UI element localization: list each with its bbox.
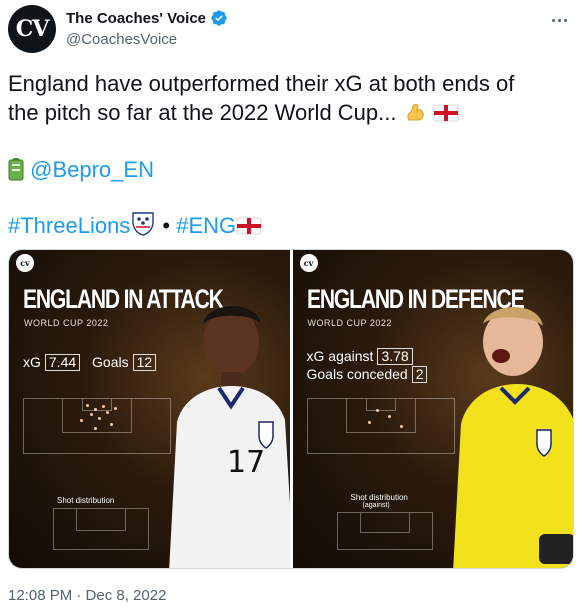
flexed-biceps-emoji-icon	[407, 104, 424, 121]
cv-logo-icon: cv	[299, 254, 318, 272]
england-flag-icon	[236, 217, 262, 235]
verified-badge-icon	[211, 10, 227, 26]
defence-goals-label: Goals conceded	[306, 366, 408, 382]
attack-subtitle: WORLD CUP 2022	[24, 318, 109, 328]
tweet-text-line-2: the pitch so far at the 2022 World Cup..…	[8, 99, 459, 127]
hashtag-separator: •	[156, 213, 177, 238]
avatar-text: CV	[15, 16, 50, 42]
attack-xg-label: xG	[23, 354, 41, 370]
defence-graphic[interactable]: cv ENGLAND IN DEFENCE WORLD CUP 2022 xG …	[292, 250, 573, 568]
mention-line: @Bepro_EN	[8, 156, 154, 184]
defence-xg-label: xG against	[306, 348, 374, 364]
hashtags-line: #ThreeLions • #ENG	[8, 211, 262, 240]
tweet-text-line-1: England have outperformed their xG at bo…	[8, 71, 515, 96]
defence-shot-sublabel: (against)	[362, 502, 390, 509]
england-crest-icon	[132, 212, 155, 236]
defence-shot-label: Shot distribution	[350, 493, 408, 502]
battery-emoji-icon	[8, 158, 24, 181]
mention-link[interactable]: @Bepro_EN	[30, 157, 154, 182]
attack-shot-label: Shot distribution	[57, 496, 115, 505]
attack-xg-stat: xG 7.44 Goals 12	[23, 354, 157, 371]
avatar[interactable]: CV	[8, 5, 56, 53]
attack-xg-value: 7.44	[44, 354, 81, 371]
tweet-text-line-2-content: the pitch so far at the 2022 World Cup..…	[8, 100, 397, 125]
defence-goals-stat: Goals conceded 2	[307, 366, 428, 383]
hashtag-eng-link[interactable]: #ENG	[176, 213, 236, 238]
defence-subtitle: WORLD CUP 2022	[307, 318, 392, 328]
attack-goals-label: Goals	[92, 354, 129, 370]
defence-xg-stat: xG against 3.78	[307, 348, 413, 365]
attack-shot-map	[23, 398, 171, 454]
attack-shot-distribution	[53, 508, 149, 550]
defence-shot-map	[306, 398, 455, 454]
display-name[interactable]: The Coaches' Voice	[66, 10, 206, 27]
attack-goals-value: 12	[132, 354, 157, 371]
defence-shot-distribution	[336, 512, 433, 550]
player-photo-defence	[452, 307, 573, 568]
media-grid[interactable]: cv ENGLAND IN ATTACK WORLD CUP 2022 xG 7.…	[8, 249, 574, 569]
hashtag-threelions-link[interactable]: #ThreeLions	[8, 213, 130, 238]
player-photo-attack: 17	[169, 305, 290, 568]
more-options-icon[interactable]	[547, 10, 571, 30]
attack-graphic[interactable]: cv ENGLAND IN ATTACK WORLD CUP 2022 xG 7.…	[9, 250, 290, 568]
cv-logo-icon: cv	[16, 254, 34, 272]
defence-xg-value: 3.78	[377, 348, 413, 365]
tweet-timestamp[interactable]: 12:08 PM · Dec 8, 2022	[8, 587, 166, 604]
author-handle[interactable]: @CoachesVoice	[66, 31, 177, 48]
defence-goals-value: 2	[411, 366, 428, 383]
svg-text:17: 17	[227, 445, 265, 480]
author-name-row[interactable]: The Coaches' Voice	[66, 9, 228, 27]
england-flag-icon	[433, 104, 459, 122]
